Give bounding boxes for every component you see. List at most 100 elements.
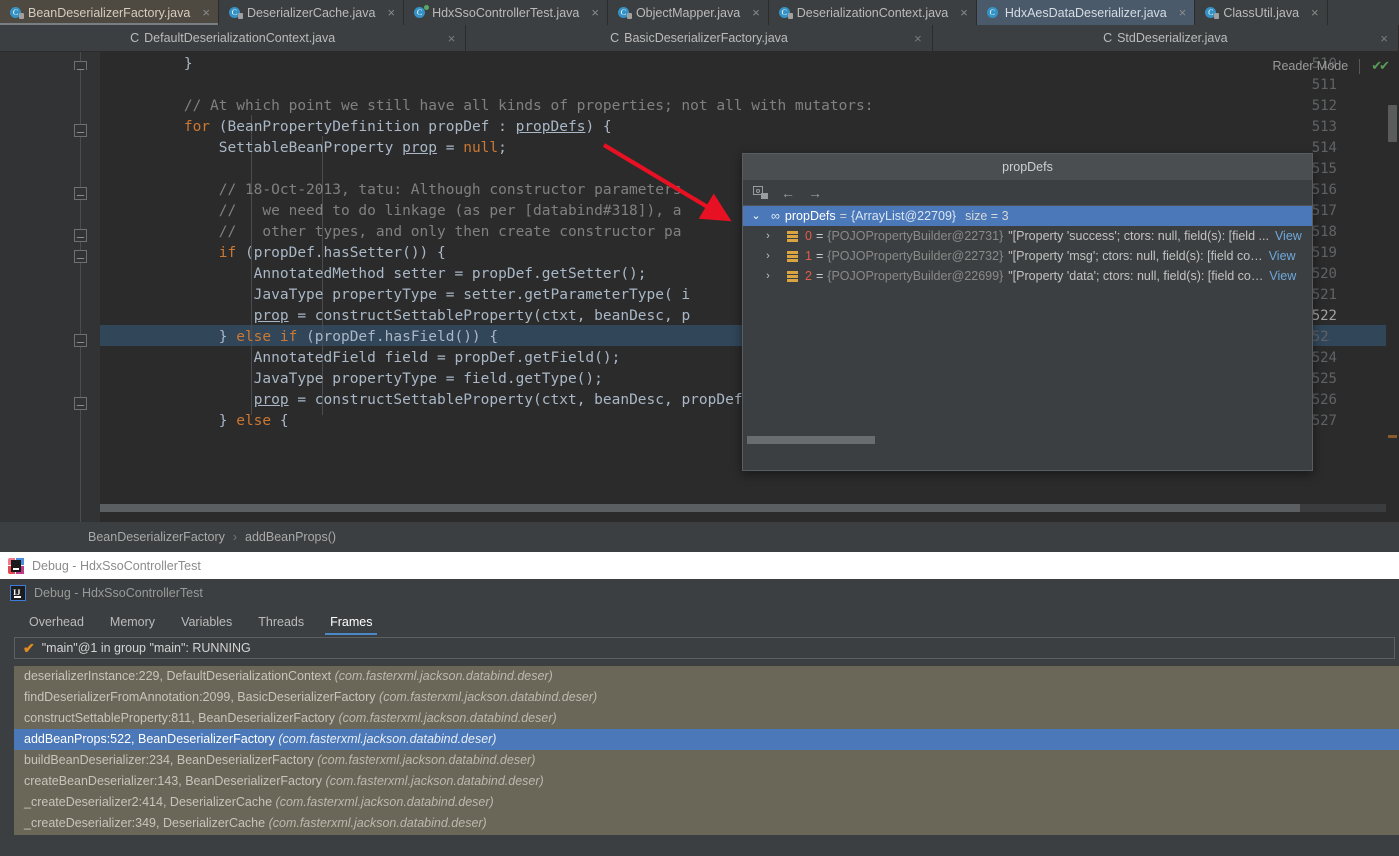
debug-tab-strip[interactable]: Overhead Memory Variables Threads Frames	[16, 607, 385, 635]
frame-row[interactable]: createBeanDeserializer:143, BeanDeserial…	[14, 771, 1399, 792]
double-check-icon[interactable]: ✔✔	[1371, 58, 1390, 74]
tab-memory[interactable]: Memory	[97, 615, 168, 635]
editor-tab-HdxSsoControllerTest[interactable]: C HdxSsoControllerTest.java ×	[404, 0, 608, 25]
frame-row[interactable]: _createAndCache2:264, DeserializerCache …	[14, 834, 1399, 835]
tab-label: ObjectMapper.java	[635, 5, 741, 20]
oo-glyph: ∞	[771, 209, 780, 223]
view-link[interactable]: View	[1269, 246, 1296, 266]
close-icon[interactable]: ×	[448, 31, 456, 46]
editor-tab-DeserializerCache[interactable]: C DeserializerCache.java ×	[218, 0, 405, 25]
editor-tab-StdDeserializer[interactable]: C StdDeserializer.java ×	[933, 25, 1399, 51]
view-link[interactable]: View	[1275, 226, 1302, 246]
back-arrow-icon[interactable]: ←	[781, 186, 795, 200]
debug-tool-window[interactable]: IJ Debug - HdxSsoControllerTest Overhead…	[0, 579, 1399, 856]
code-line-525: JavaType propertyType = field.getType();	[114, 371, 603, 387]
variable-row-propDefs[interactable]: ⌄ watch-oo-icon ∞ propDefs = {ArrayList@…	[743, 206, 1312, 226]
popup-title-bar: propDefs	[743, 154, 1312, 180]
java-class-icon: C	[130, 31, 140, 45]
close-icon[interactable]: ×	[960, 5, 968, 20]
frame-row[interactable]: _createDeserializer:349, DeserializerCac…	[14, 813, 1399, 834]
frame-package: (com.fasterxml.jackson.databind.deser)	[317, 753, 536, 767]
tab-label: StdDeserializer.java	[1117, 31, 1228, 45]
fold-marker[interactable]: ⚊	[74, 250, 87, 263]
close-icon[interactable]: ×	[1311, 5, 1319, 20]
popup-hscrollbar-thumb[interactable]	[747, 436, 875, 444]
fold-marker[interactable]: ⚊	[74, 124, 87, 137]
editor-horizontal-scrollbar-thumb[interactable]	[100, 504, 1300, 512]
editor-tab-DefaultDeserializationContext[interactable]: C DefaultDeserializationContext.java ×	[0, 25, 467, 51]
editor-tab-BasicDeserializerFactory[interactable]: C BasicDeserializerFactory.java ×	[466, 25, 933, 51]
frame-row[interactable]: constructSettableProperty:811, BeanDeser…	[14, 708, 1399, 729]
variable-row-index-0[interactable]: › 0 = {POJOPropertyBuilder@22731} "[Prop…	[743, 226, 1312, 246]
close-icon[interactable]: ×	[1179, 5, 1187, 20]
editor-tab-HdxAesDataDeserializer[interactable]: C HdxAesDataDeserializer.java ×	[976, 0, 1196, 25]
popup-toolbar[interactable]: ← →	[743, 180, 1312, 206]
code-line-521: JavaType propertyType = setter.getParame…	[114, 287, 691, 303]
close-icon[interactable]: ×	[1380, 31, 1388, 46]
frame-method: findDeserializerFromAnnotation:2099, Bas…	[24, 690, 376, 704]
fold-marker[interactable]: ⚊	[74, 334, 87, 347]
frame-row[interactable]: findDeserializerFromAnnotation:2099, Bas…	[14, 687, 1399, 708]
array-element-icon	[787, 230, 798, 242]
close-icon[interactable]: ×	[202, 5, 210, 20]
fold-marker[interactable]: ⚊	[74, 187, 87, 200]
editor-scrollbar-column[interactable]	[1386, 52, 1399, 522]
array-element-icon	[787, 270, 798, 282]
variable-row-index-2[interactable]: › 2 = {POJOPropertyBuilder@22699} "[Prop…	[743, 266, 1312, 286]
fold-marker[interactable]: ⚊	[74, 397, 87, 410]
forward-arrow-icon[interactable]: →	[808, 186, 822, 200]
editor-tab-ClassUtil[interactable]: C ClassUtil.java ×	[1195, 0, 1328, 25]
chevron-down-icon[interactable]: ⌄	[747, 206, 765, 226]
frames-list[interactable]: deserializerInstance:229, DefaultDeseria…	[14, 666, 1399, 835]
variable-name: propDefs	[784, 209, 836, 223]
editor-tab-BeanDeserializerFactory[interactable]: C BeanDeserializerFactory.java ×	[0, 0, 219, 25]
code-line-516: // 18-Oct-2013, tatu: Although construct…	[114, 182, 682, 198]
array-index: 0	[805, 229, 812, 243]
tab-frames[interactable]: Frames	[317, 615, 385, 635]
tab-label: DeserializerCache.java	[246, 5, 376, 20]
chevron-right-icon[interactable]: ›	[759, 246, 777, 266]
java-class-icon: C	[10, 6, 24, 19]
debug-window-header-bar[interactable]: Debug - HdxSsoControllerTest	[0, 552, 1399, 579]
variable-inspect-popup[interactable]: propDefs ← → ⌄ watch-oo-icon ∞ propDefs …	[742, 153, 1313, 471]
tab-label: DefaultDeserializationContext.java	[144, 31, 336, 45]
chevron-right-icon[interactable]: ›	[759, 226, 777, 246]
code-line-514: SettableBeanProperty prop = null;	[114, 140, 507, 156]
tab-threads[interactable]: Threads	[245, 615, 317, 635]
breadcrumb-method[interactable]: addBeanProps()	[245, 530, 336, 544]
editor-marker-stripe[interactable]	[1388, 435, 1397, 438]
thread-selector[interactable]: ✔ "main"@1 in group "main": RUNNING	[14, 637, 1395, 659]
frame-row[interactable]: _createDeserializer2:414, DeserializerCa…	[14, 792, 1399, 813]
variable-row-index-1[interactable]: › 1 = {POJOPropertyBuilder@22732} "[Prop…	[743, 246, 1312, 266]
popup-title-label: propDefs	[1002, 160, 1053, 174]
frame-row[interactable]: buildBeanDeserializer:234, BeanDeseriali…	[14, 750, 1399, 771]
chevron-right-icon[interactable]: ›	[759, 266, 777, 286]
breadcrumb-class[interactable]: BeanDeserializerFactory	[88, 530, 225, 544]
java-class-icon: C	[228, 6, 243, 19]
close-icon[interactable]: ×	[914, 31, 922, 46]
close-icon[interactable]: ×	[752, 5, 760, 20]
code-line-517: // we need to do linkage (as per [databi…	[114, 203, 682, 219]
frame-row-selected[interactable]: addBeanProps:522, BeanDeserializerFactor…	[14, 729, 1399, 750]
thread-status-label: "main"@1 in group "main": RUNNING	[41, 641, 251, 655]
variable-value: "[Property 'msg'; ctors: null, field(s):…	[1008, 249, 1263, 263]
breadcrumb[interactable]: BeanDeserializerFactory › addBeanProps()	[0, 522, 1399, 552]
close-icon[interactable]: ×	[591, 5, 599, 20]
fold-guide-line	[80, 52, 81, 522]
editor-gutter[interactable]	[0, 52, 100, 522]
frame-row[interactable]: deserializerInstance:229, DefaultDeseria…	[14, 666, 1399, 687]
view-link[interactable]: View	[1269, 266, 1296, 286]
tab-variables[interactable]: Variables	[168, 615, 245, 635]
editor-vertical-scrollbar-thumb[interactable]	[1388, 105, 1397, 142]
inspect-frame-icon[interactable]	[753, 186, 768, 199]
editor-tab-DeserializationContext[interactable]: C DeserializationContext.java ×	[768, 0, 977, 25]
fold-marker-end[interactable]: ⚊	[74, 61, 87, 73]
popup-variables-tree[interactable]: ⌄ watch-oo-icon ∞ propDefs = {ArrayList@…	[743, 206, 1312, 448]
tab-overhead[interactable]: Overhead	[16, 615, 97, 635]
close-icon[interactable]: ×	[387, 5, 395, 20]
variable-type: {POJOPropertyBuilder@22732}	[827, 249, 1004, 263]
reader-mode-indicator[interactable]: Reader Mode ✔✔	[1272, 58, 1390, 74]
variable-value: "[Property 'data'; ctors: null, field(s)…	[1008, 269, 1264, 283]
fold-marker[interactable]: ⚊	[74, 229, 87, 242]
editor-tab-ObjectMapper[interactable]: C ObjectMapper.java ×	[607, 0, 769, 25]
